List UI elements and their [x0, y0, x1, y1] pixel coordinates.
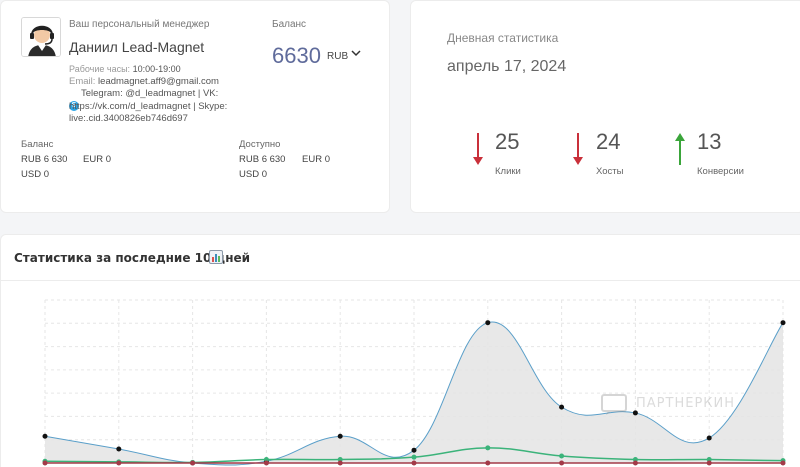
chart-series-0-point: [706, 435, 712, 441]
chart-series-0-point: [337, 433, 343, 439]
chart-series-0-point: [116, 446, 122, 452]
chart-series-2-point: [485, 460, 491, 466]
chart-series-0-point: [42, 433, 48, 439]
chart-series-0-point: [780, 320, 786, 326]
chart-series-0-point: [485, 320, 491, 326]
chart-series-1-point: [559, 453, 565, 459]
chart-series-2-point: [116, 460, 122, 466]
chart-series-0-point: [411, 447, 417, 453]
chart-series-2-point: [411, 460, 417, 466]
watermark: ПАРТНЕРКИН: [600, 392, 760, 416]
chart-series-2-point: [263, 460, 269, 466]
chart-series-2-point: [337, 460, 343, 466]
chart-series-2-point: [42, 460, 48, 466]
chart-series-2-point: [559, 460, 565, 466]
chart-series-2-point: [190, 460, 196, 466]
chart-series-1-point: [411, 454, 417, 460]
watermark-text: ПАРТНЕРКИН: [636, 396, 736, 411]
chart-series-2-point: [632, 460, 638, 466]
chart-series-2-point: [780, 460, 786, 466]
watermark-logo-icon: [601, 394, 627, 415]
chart-series-2-point: [706, 460, 712, 466]
chart-series-1-point: [485, 445, 491, 451]
chart-series-0-point: [559, 404, 565, 410]
